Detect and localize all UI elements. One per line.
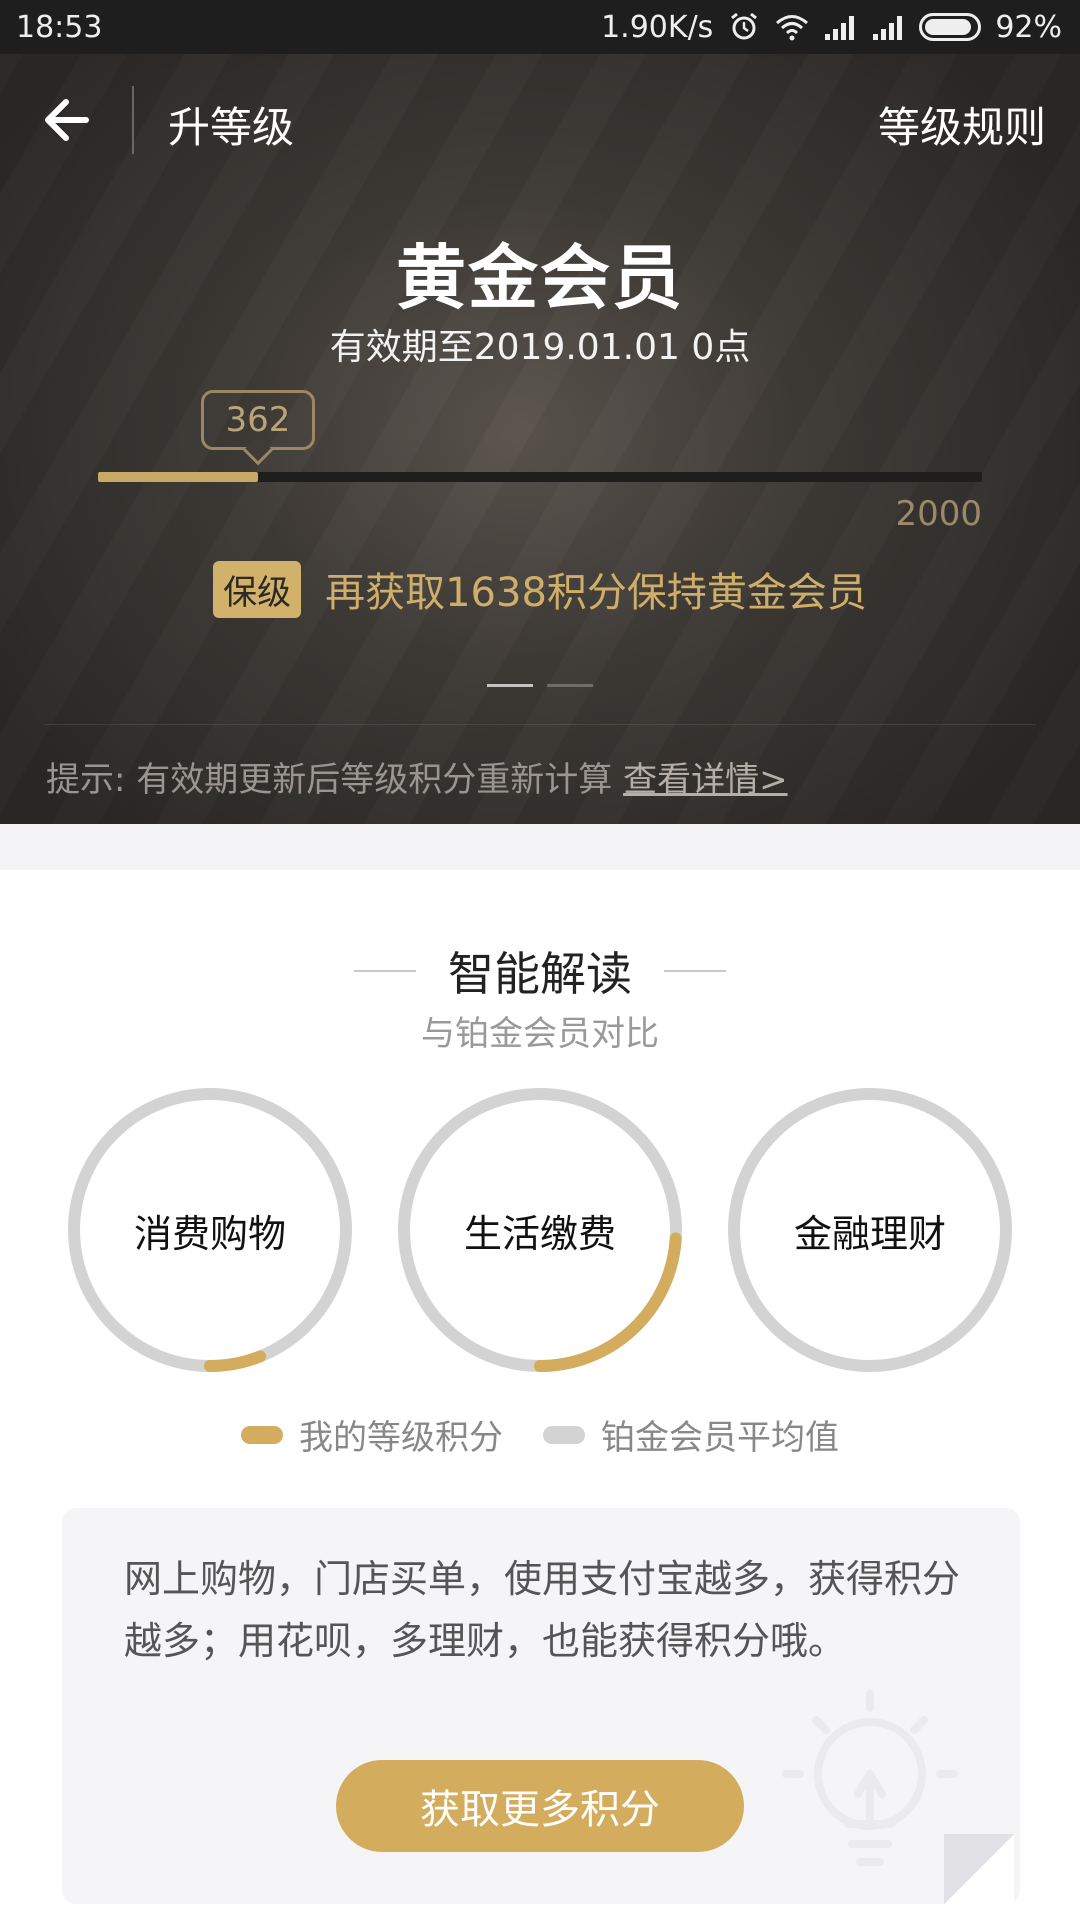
get-more-points-button[interactable]: 获取更多积分 — [336, 1760, 744, 1852]
nav-bar: 升等级 等级规则 — [0, 54, 1080, 189]
hero-divider — [44, 724, 1036, 725]
legend-platinum: 铂金会员平均值 — [543, 1410, 839, 1459]
points-progress-bar — [98, 472, 982, 482]
status-time: 18:53 — [16, 9, 103, 45]
legend-mine: 我的等级积分 — [241, 1410, 503, 1459]
analysis-title-row: 智能解读 — [0, 938, 1080, 1004]
status-right: 1.90K/s 92% — [601, 10, 1062, 45]
tip-row: 提示: 有效期更新后等级积分重新计算 查看详情> — [46, 752, 788, 801]
level-hero: 18:53 1.90K/s 92% 升等级 等级规则 黄金会员 有效期至2019… — [0, 0, 1080, 824]
rings-legend: 我的等级积分 铂金会员平均值 — [0, 1410, 1080, 1459]
validity-text: 有效期至2019.01.01 0点 — [329, 327, 751, 368]
back-arrow-icon[interactable] — [40, 92, 96, 148]
points-progress-fill — [98, 472, 258, 482]
legend-platinum-label: 铂金会员平均值 — [601, 1418, 839, 1458]
status-bar: 18:53 1.90K/s 92% — [0, 0, 1080, 54]
carousel-dots — [0, 684, 1080, 687]
battery-icon — [919, 13, 982, 41]
signal-icon-2 — [873, 16, 903, 40]
category-ring: 金融理财 — [720, 1080, 1020, 1380]
page-fold-corner — [944, 1834, 1014, 1904]
keep-level-text: 再获取1638积分保持黄金会员 — [325, 570, 867, 616]
legend-mine-swatch — [241, 1425, 283, 1444]
category-rings: 消费购物 生活缴费 金融理财 — [0, 1080, 1080, 1380]
net-speed: 1.90K/s — [601, 9, 714, 45]
category-ring: 生活缴费 — [390, 1080, 690, 1380]
carousel-dot — [547, 684, 593, 687]
signal-icon — [825, 16, 855, 40]
alarm-icon — [731, 12, 758, 40]
battery-percent: 92% — [995, 9, 1062, 45]
max-points: 2000 — [895, 494, 982, 534]
ring-label: 生活缴费 — [463, 1211, 616, 1256]
lightbulb-icon — [782, 1690, 958, 1866]
section-gap — [0, 824, 1080, 870]
analysis-subtitle: 与铂金会员对比 — [421, 1014, 659, 1054]
legend-platinum-swatch — [543, 1425, 585, 1444]
analysis-title: 智能解读 — [448, 947, 632, 1001]
category-ring: 消费购物 — [60, 1080, 360, 1380]
page-title: 升等级 — [168, 103, 295, 152]
info-text: 网上购物，门店买单，使用支付宝越多，获得积分越多；用花呗，多理财，也能获得积分哦… — [124, 1557, 961, 1663]
nav-divider — [132, 86, 134, 154]
legend-mine-label: 我的等级积分 — [299, 1418, 503, 1458]
title-line-left — [354, 970, 416, 972]
level-name: 黄金会员 — [396, 237, 684, 319]
view-details-link[interactable]: 查看详情> — [623, 760, 788, 800]
keep-level-row: 保级 再获取1638积分保持黄金会员 — [0, 560, 1080, 618]
ring-label: 金融理财 — [793, 1211, 946, 1256]
title-line-right — [664, 970, 726, 972]
ring-label: 消费购物 — [133, 1211, 286, 1256]
tip-text: 提示: 有效期更新后等级积分重新计算 — [46, 760, 624, 800]
level-rules-link[interactable]: 等级规则 — [878, 94, 1046, 155]
wifi-icon — [776, 15, 809, 41]
carousel-dot — [487, 684, 533, 687]
keep-level-badge: 保级 — [213, 560, 302, 618]
current-points-bubble: 362 — [201, 390, 315, 450]
